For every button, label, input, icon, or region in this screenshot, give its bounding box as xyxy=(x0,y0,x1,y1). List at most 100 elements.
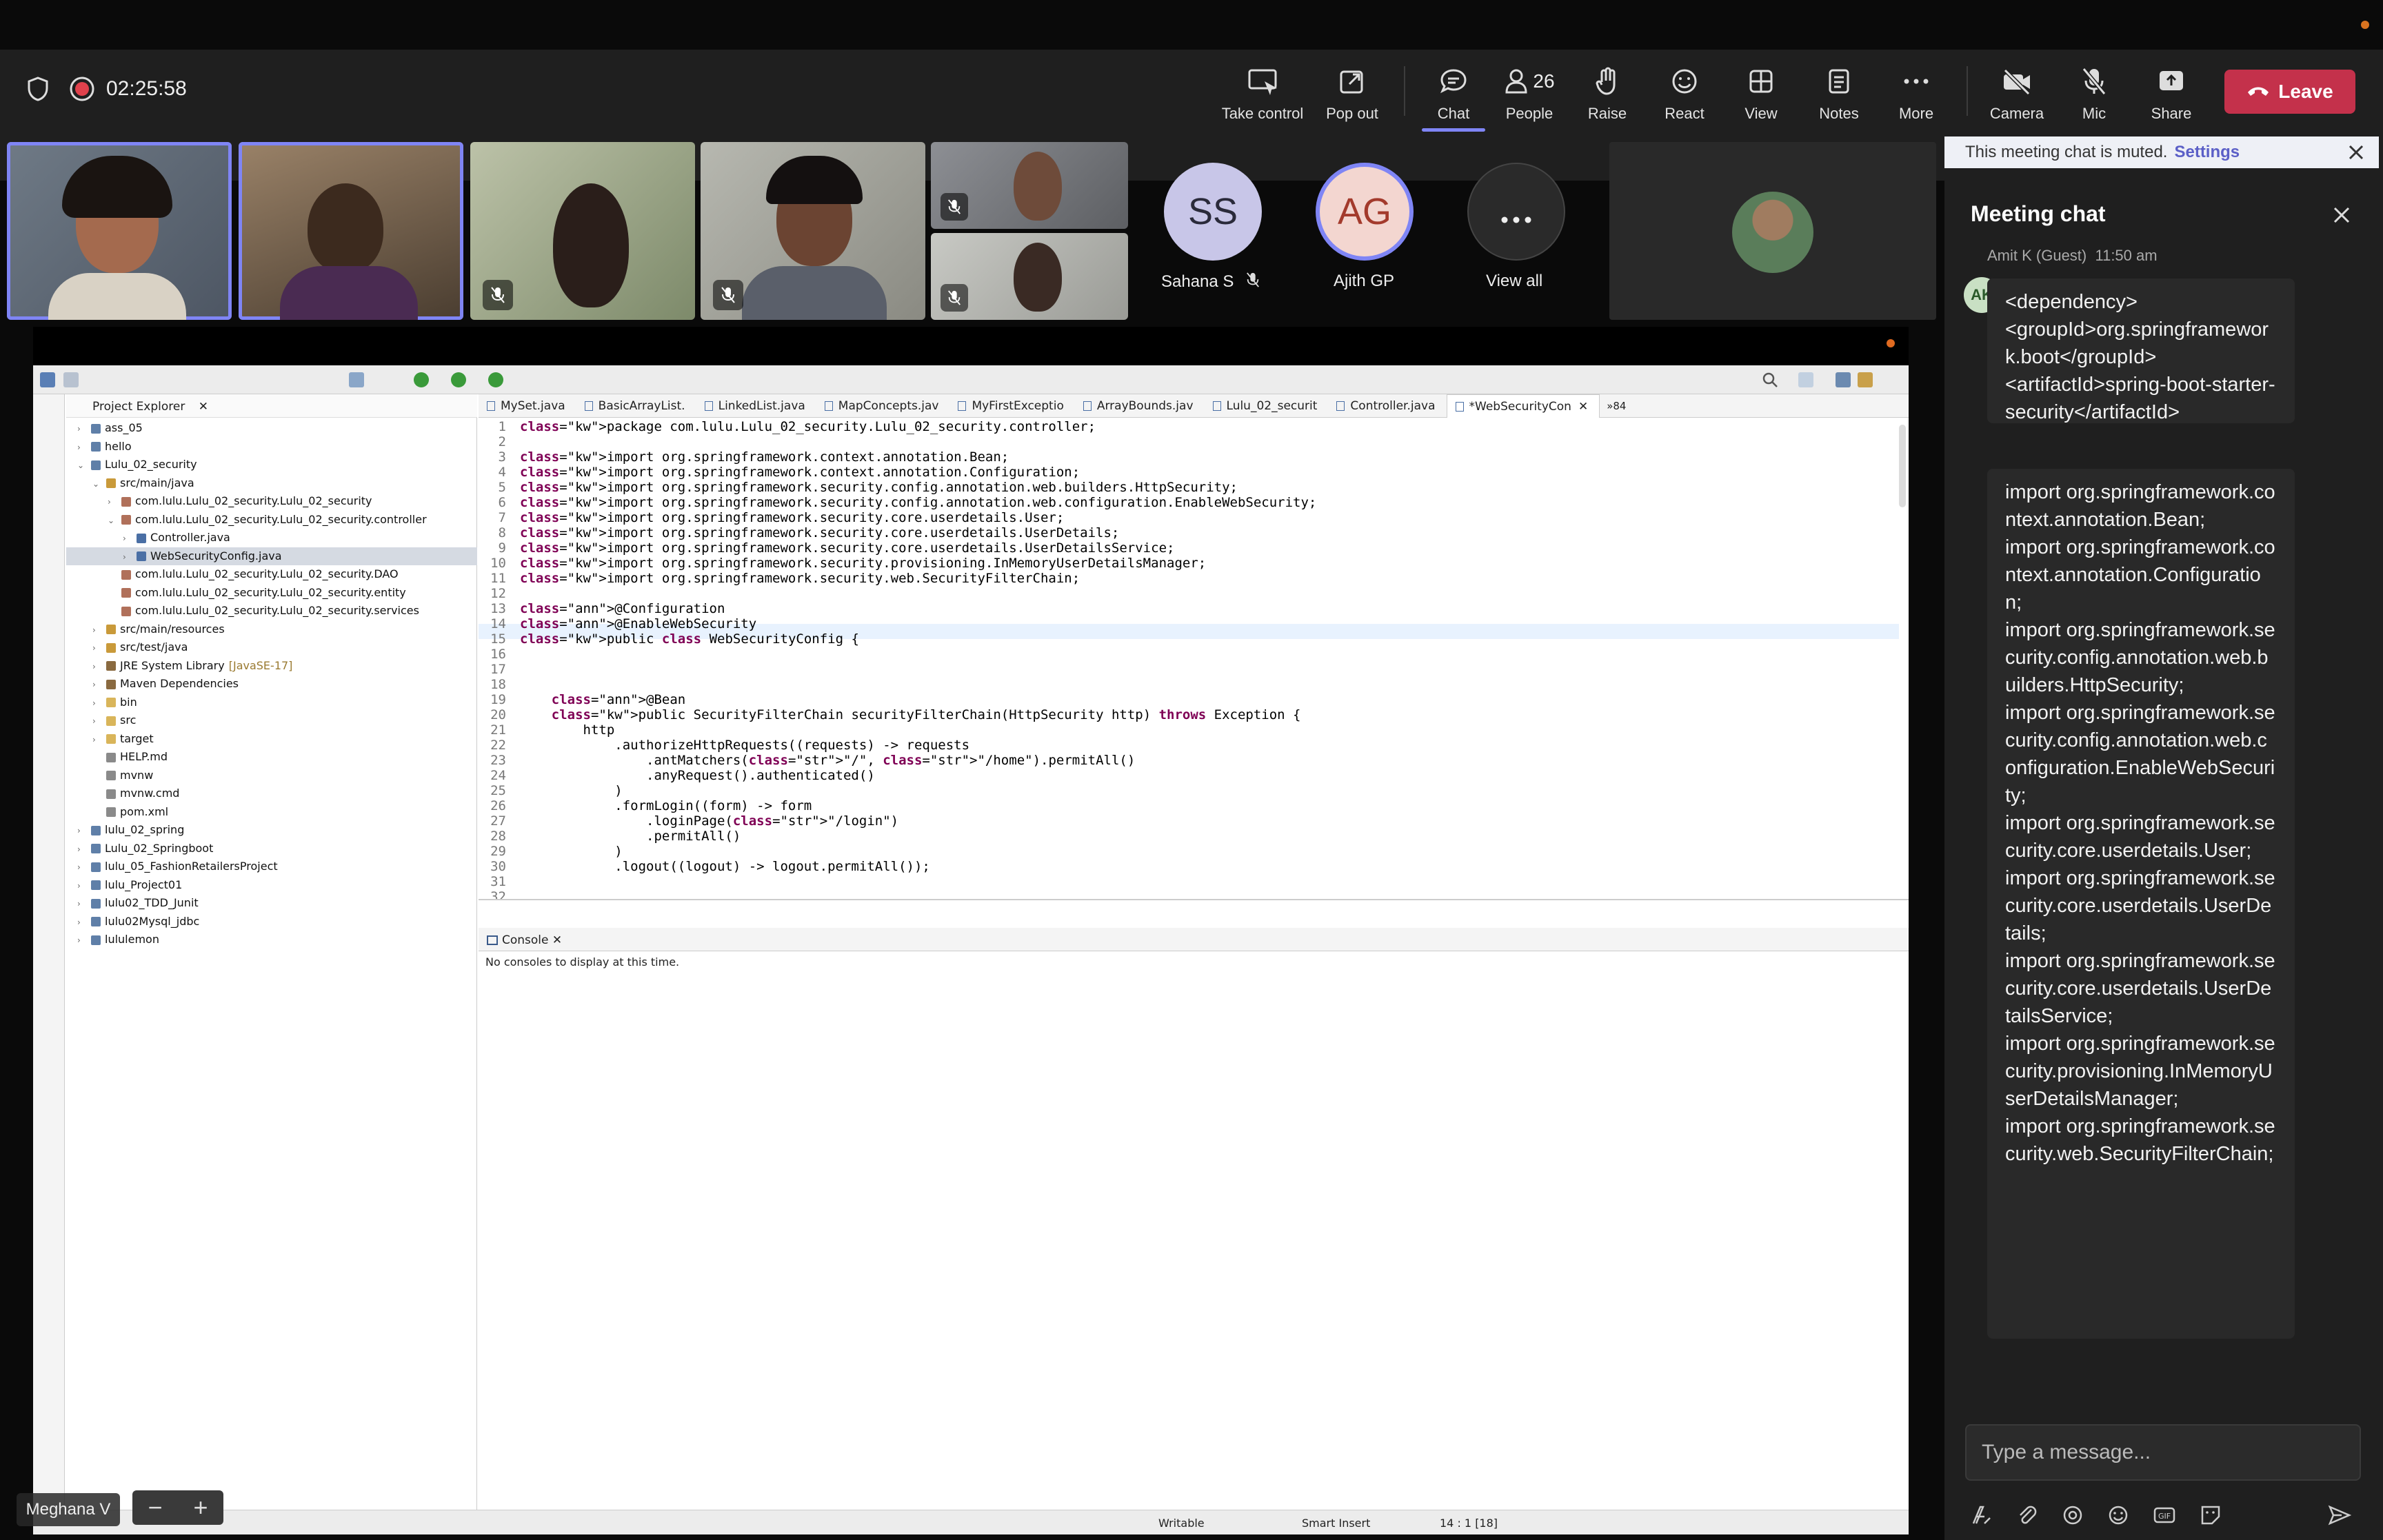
avatar[interactable]: AG xyxy=(1316,163,1414,261)
tree-item[interactable]: › Lulu_02_Springboot xyxy=(66,840,477,858)
close-icon[interactable]: ✕ xyxy=(552,933,562,947)
sticker-icon[interactable] xyxy=(2200,1504,2222,1530)
shield-icon[interactable] xyxy=(26,76,50,102)
message-input[interactable]: Type a message... xyxy=(1965,1424,2361,1481)
notes-button[interactable]: Notes xyxy=(1794,61,1884,130)
explorer-tab[interactable]: Project Explorer ✕ xyxy=(66,394,477,418)
editor-tab[interactable]: LinkedList.java xyxy=(696,394,816,418)
chat-message[interactable]: import org.springframework.context.annot… xyxy=(1987,469,2295,1339)
tree-item[interactable]: › ass_05 xyxy=(66,419,477,438)
tree-item[interactable]: › Controller.java xyxy=(66,529,477,547)
leave-button[interactable]: Leave xyxy=(2224,70,2355,114)
tree-item[interactable]: › target xyxy=(66,730,477,749)
tree-item[interactable]: com.lulu.Lulu_02_security.Lulu_02_securi… xyxy=(66,602,477,620)
chevron-right-icon[interactable]: › xyxy=(92,676,105,693)
console-tab[interactable]: Console ✕ xyxy=(487,933,562,947)
perspective-icon[interactable] xyxy=(1798,372,1813,387)
mic-button[interactable]: Mic xyxy=(2049,61,2139,130)
avatar[interactable]: SS xyxy=(1164,163,1262,261)
tree-item[interactable]: com.lulu.Lulu_02_security.Lulu_02_securi… xyxy=(66,565,477,584)
tree-item[interactable]: › lulu_05_FashionRetailersProject xyxy=(66,858,477,876)
code-editor[interactable]: 1 class="kw">package com.lulu.Lulu_02_sec… xyxy=(479,418,1909,900)
editor-tab[interactable]: *WebSecurityCon ✕ xyxy=(1446,394,1600,418)
tree-item[interactable]: › WebSecurityConfig.java xyxy=(66,547,477,566)
view-button[interactable]: View xyxy=(1716,61,1806,130)
chevron-down-icon[interactable]: ⌄ xyxy=(108,511,120,529)
chevron-right-icon[interactable]: › xyxy=(77,438,90,456)
pop-out-button[interactable]: Pop out xyxy=(1307,61,1397,130)
chevron-right-icon[interactable]: › xyxy=(77,913,90,931)
editor-tab[interactable]: Lulu_02_securit xyxy=(1205,394,1329,418)
tree-item[interactable]: mvnw.cmd xyxy=(66,784,477,803)
tree-item[interactable]: › lulu_Project01 xyxy=(66,876,477,895)
zoom-in-button[interactable]: + xyxy=(193,1493,208,1522)
participant-video[interactable] xyxy=(7,142,232,320)
tree-item[interactable]: › lulu02Mysql_jdbc xyxy=(66,913,477,931)
chevron-right-icon[interactable]: › xyxy=(77,840,90,858)
raise-hand-button[interactable]: Raise xyxy=(1562,61,1652,130)
chevron-right-icon[interactable]: › xyxy=(77,822,90,840)
close-icon[interactable]: ✕ xyxy=(1578,400,1588,414)
editor-tab[interactable]: ArrayBounds.jav xyxy=(1075,394,1205,418)
editor-tab[interactable]: MySet.java xyxy=(479,394,576,418)
loop-icon[interactable] xyxy=(2062,1504,2084,1530)
chevron-right-icon[interactable]: › xyxy=(123,548,135,566)
tree-item[interactable]: › lululemon xyxy=(66,931,477,949)
participant-video[interactable] xyxy=(239,142,463,320)
chevron-right-icon[interactable]: › xyxy=(77,895,90,913)
more-button[interactable]: More xyxy=(1871,61,1961,130)
view-all-button[interactable] xyxy=(1467,163,1565,261)
chevron-right-icon[interactable]: › xyxy=(92,694,105,712)
editor-tab[interactable]: MapConcepts.jav xyxy=(816,394,950,418)
external-tools-icon[interactable] xyxy=(488,372,503,387)
debug-icon[interactable] xyxy=(349,372,364,387)
participant-video[interactable] xyxy=(470,142,695,320)
tree-item[interactable]: › bin xyxy=(66,693,477,712)
search-icon[interactable] xyxy=(1761,371,1779,392)
chevron-right-icon[interactable]: › xyxy=(77,420,90,438)
chevron-right-icon[interactable]: › xyxy=(108,493,120,511)
editor-scrollbar[interactable] xyxy=(1899,425,1906,507)
chevron-right-icon[interactable]: › xyxy=(92,658,105,676)
chevron-right-icon[interactable]: › xyxy=(92,731,105,749)
tree-item[interactable]: › lulu02_TDD_Junit xyxy=(66,894,477,913)
format-icon[interactable] xyxy=(1971,1504,1993,1530)
gif-icon[interactable]: GIF xyxy=(2153,1504,2176,1530)
new-icon[interactable] xyxy=(40,372,55,387)
tree-item[interactable]: ⌄ com.lulu.Lulu_02_security.Lulu_02_secur… xyxy=(66,511,477,529)
zoom-out-button[interactable]: − xyxy=(148,1493,162,1522)
java-perspective-icon[interactable] xyxy=(1836,372,1851,387)
tree-item[interactable]: › JRE System Library [JavaSE-17] xyxy=(66,657,477,676)
save-icon[interactable] xyxy=(63,372,79,387)
debug-perspective-icon[interactable] xyxy=(1858,372,1873,387)
attach-icon[interactable] xyxy=(2016,1504,2038,1530)
tree-item[interactable]: mvnw xyxy=(66,767,477,785)
tree-item[interactable]: HELP.md xyxy=(66,748,477,767)
tree-item[interactable]: com.lulu.Lulu_02_security.Lulu_02_securi… xyxy=(66,584,477,602)
chevron-right-icon[interactable]: › xyxy=(92,621,105,639)
tree-item[interactable]: › src xyxy=(66,711,477,730)
participant-tile[interactable] xyxy=(1609,142,1936,320)
participant-video[interactable] xyxy=(701,142,925,320)
camera-button[interactable]: Camera xyxy=(1972,61,2062,130)
take-control-button[interactable]: Take control xyxy=(1218,61,1307,130)
tree-item[interactable]: › src/main/resources xyxy=(66,620,477,639)
chevron-right-icon[interactable]: › xyxy=(77,858,90,876)
editor-tab[interactable]: Controller.java xyxy=(1328,394,1446,418)
tree-item[interactable]: › lulu_02_spring xyxy=(66,821,477,840)
coverage-icon[interactable] xyxy=(451,372,466,387)
chevron-right-icon[interactable]: › xyxy=(77,931,90,949)
chevron-right-icon[interactable]: › xyxy=(92,639,105,657)
chevron-right-icon[interactable]: › xyxy=(123,529,135,547)
share-button[interactable]: Share xyxy=(2126,61,2216,130)
send-icon[interactable] xyxy=(2328,1504,2352,1530)
overflow-tabs-count[interactable]: »84 xyxy=(1600,394,1633,418)
tree-item[interactable]: › hello xyxy=(66,438,477,456)
close-icon[interactable]: ✕ xyxy=(199,400,208,414)
chevron-right-icon[interactable]: › xyxy=(92,712,105,730)
emoji-icon[interactable] xyxy=(2107,1504,2129,1530)
tree-item[interactable]: › src/test/java xyxy=(66,638,477,657)
people-button[interactable]: 26 People xyxy=(1485,61,1574,130)
run-icon[interactable] xyxy=(414,372,429,387)
editor-tab[interactable]: MyFirstExceptio xyxy=(949,394,1074,418)
